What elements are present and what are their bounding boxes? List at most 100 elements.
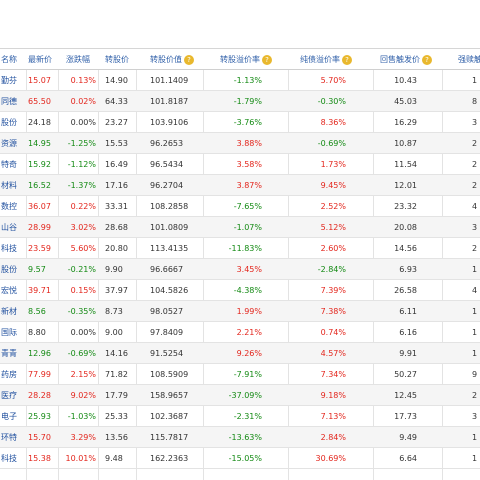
table-row[interactable]: 数控 36.07 0.22% 33.31 108.2858 -7.65% 2.52% 23.3…	[0, 196, 480, 217]
cell-forced: 2	[472, 160, 478, 169]
cell-forced: 1	[472, 328, 478, 337]
cell-conv-value: 98.0527	[150, 307, 184, 316]
cell-price: 28.99	[28, 223, 51, 232]
cell-putback: 23.32	[394, 202, 417, 211]
cell-forced: 8	[472, 97, 478, 106]
header-name[interactable]: 名称	[0, 49, 26, 69]
cell-name[interactable]: 山谷	[0, 217, 26, 237]
cell-conv-price: 9.48	[105, 454, 123, 463]
table-row[interactable]: 股份 9.57 -0.21% 9.90 96.6667 3.45% -2.84% 6.93 1	[0, 259, 480, 280]
cell-name[interactable]: 数控	[0, 196, 26, 216]
cell-conv-value: 96.5434	[150, 160, 184, 169]
cell-name[interactable]: 国际	[0, 322, 26, 342]
cell-forced: 1	[472, 76, 478, 85]
cell-bond-premium: -2.84%	[317, 265, 346, 274]
cell-change: 0.15%	[70, 286, 96, 295]
table-row[interactable]: 国际 8.80 0.00% 9.00 97.8409 2.21% 0.74% 6.16 1	[0, 322, 480, 343]
cell-price: 24.18	[28, 118, 51, 127]
table-row[interactable]: 医疗 28.28 9.02% 17.79 158.9657 -37.09% 9.18% 12.…	[0, 385, 480, 406]
cell-conv-value: 162.2363	[150, 454, 189, 463]
cell-name[interactable]: 股份	[0, 112, 26, 132]
cell-conv-price: 13.56	[105, 433, 128, 442]
cell-conv-price: 71.82	[105, 370, 128, 379]
cell-price: 15.07	[28, 76, 51, 85]
cell-forced: 1	[472, 454, 478, 463]
cell-name[interactable]: 材料	[0, 175, 26, 195]
cell-conv-value: 96.2653	[150, 139, 184, 148]
cell-conv-premium: -2.31%	[233, 412, 262, 421]
header-conv-price[interactable]: 转股价	[105, 49, 136, 69]
cell-name[interactable]: 医疗	[0, 385, 26, 405]
cell-conv-premium: -7.91%	[233, 370, 262, 379]
table-row[interactable]: 科技 23.59 5.60% 20.80 113.4135 -11.83% 2.60% 14.…	[0, 238, 480, 259]
header-bond-premium[interactable]: 纯债溢价率?	[300, 49, 373, 69]
cell-name[interactable]: 环特	[0, 427, 26, 447]
cell-name[interactable]: 同德	[0, 91, 26, 111]
convertible-bond-table: 名称 最新价 涨跌幅 转股价 转股价值? 转股溢价率? 纯债溢价率? 回售触发价…	[0, 0, 480, 480]
cell-name[interactable]: 电子	[0, 406, 26, 426]
question-circle-icon[interactable]: ?	[262, 54, 272, 65]
cell-conv-value: 115.7817	[150, 433, 189, 442]
cell-conv-price: 9.00	[105, 328, 123, 337]
cell-name[interactable]: 科技	[0, 448, 26, 468]
header-change[interactable]: 涨跌幅	[66, 49, 98, 69]
cell-conv-value: 104.5826	[150, 286, 189, 295]
cell-forced: 3	[472, 412, 478, 421]
question-circle-icon[interactable]: ?	[342, 54, 352, 65]
table-row[interactable]: 青青 12.96 -0.69% 14.16 91.5254 9.26% 4.57% 9.91 1	[0, 343, 480, 364]
cell-name[interactable]: 新材	[0, 301, 26, 321]
cell-price: 28.28	[28, 391, 51, 400]
cell-name[interactable]: 药房	[0, 364, 26, 384]
header-putback[interactable]: 回售触发价?	[380, 49, 442, 69]
cell-putback: 14.56	[394, 244, 417, 253]
cell-bond-premium: -0.69%	[317, 139, 346, 148]
table-row[interactable]: 药房 77.99 2.15% 71.82 108.5909 -7.91% 7.34% 50.2…	[0, 364, 480, 385]
cell-bond-premium: 7.34%	[320, 370, 346, 379]
cell-price: 25.93	[28, 412, 51, 421]
table-row[interactable]: 材料 16.52 -1.37% 17.16 96.2704 3.87% 9.45% 12.01…	[0, 175, 480, 196]
cell-conv-price: 14.16	[105, 349, 128, 358]
cell-name[interactable]: 资源	[0, 133, 26, 153]
cell-conv-premium: -4.38%	[233, 286, 262, 295]
cell-change: -0.35%	[67, 307, 96, 316]
table-row[interactable]: 宏悦 39.71 0.15% 37.97 104.5826 -4.38% 7.39% 26.5…	[0, 280, 480, 301]
header-price[interactable]: 最新价	[28, 49, 58, 69]
table-row[interactable]: 电子 25.93 -1.03% 25.33 102.3687 -2.31% 7.13% 17.…	[0, 406, 480, 427]
table-row[interactable]: 山谷 28.99 3.02% 28.68 101.0809 -1.07% 5.12% 20.0…	[0, 217, 480, 238]
cell-bond-premium: 8.36%	[320, 118, 346, 127]
question-circle-icon[interactable]: ?	[184, 54, 194, 65]
cell-conv-price: 64.33	[105, 97, 128, 106]
table-row[interactable]: 股份 24.18 0.00% 23.27 103.9106 -3.76% 8.36% 16.2…	[0, 112, 480, 133]
cell-change: -1.12%	[67, 160, 96, 169]
cell-name[interactable]: 青青	[0, 343, 26, 363]
cell-bond-premium: 0.74%	[320, 328, 346, 337]
cell-bond-premium: -0.30%	[317, 97, 346, 106]
header-conv-value[interactable]: 转股价值?	[150, 49, 203, 69]
question-circle-icon[interactable]: ?	[422, 54, 432, 65]
cell-name[interactable]: 股份	[0, 259, 26, 279]
cell-bond-premium: 2.52%	[320, 202, 346, 211]
cell-conv-price: 28.68	[105, 223, 128, 232]
cell-change: 5.60%	[70, 244, 96, 253]
cell-conv-premium: 9.26%	[236, 349, 262, 358]
cell-name[interactable]: 勤芬	[0, 70, 26, 90]
cell-conv-price: 25.33	[105, 412, 128, 421]
cell-name[interactable]: 特奇	[0, 154, 26, 174]
table-row[interactable]: 环特 15.70 3.29% 13.56 115.7817 -13.63% 2.84% 9.4…	[0, 427, 480, 448]
cell-conv-price: 17.16	[105, 181, 128, 190]
cell-bond-premium: 2.84%	[320, 433, 346, 442]
header-conv-premium[interactable]: 转股溢价率?	[220, 49, 288, 69]
table-row[interactable]: 资源 14.95 -1.25% 15.53 96.2653 3.88% -0.69% 10.8…	[0, 133, 480, 154]
cell-change: 3.02%	[70, 223, 96, 232]
cell-name[interactable]: 科技	[0, 238, 26, 258]
cell-bond-premium: 7.38%	[320, 307, 346, 316]
cell-change: -0.21%	[67, 265, 96, 274]
table-row[interactable]: 新材 8.56 -0.35% 8.73 98.0527 1.99% 7.38% 6.11 1	[0, 301, 480, 322]
cell-conv-value: 158.9657	[150, 391, 189, 400]
table-row[interactable]: 科技 15.38 10.01% 9.48 162.2363 -15.05% 30.69% 6.…	[0, 448, 480, 469]
header-forced[interactable]: 强赎触	[458, 49, 480, 69]
table-row[interactable]: 特奇 15.92 -1.12% 16.49 96.5434 3.58% 1.73% 11.54…	[0, 154, 480, 175]
cell-name[interactable]: 宏悦	[0, 280, 26, 300]
table-row[interactable]: 勤芬 15.07 0.13% 14.90 101.1409 -1.13% 5.70% 10.4…	[0, 70, 480, 91]
table-row[interactable]: 同德 65.50 0.02% 64.33 101.8187 -1.79% -0.30% 45.…	[0, 91, 480, 112]
